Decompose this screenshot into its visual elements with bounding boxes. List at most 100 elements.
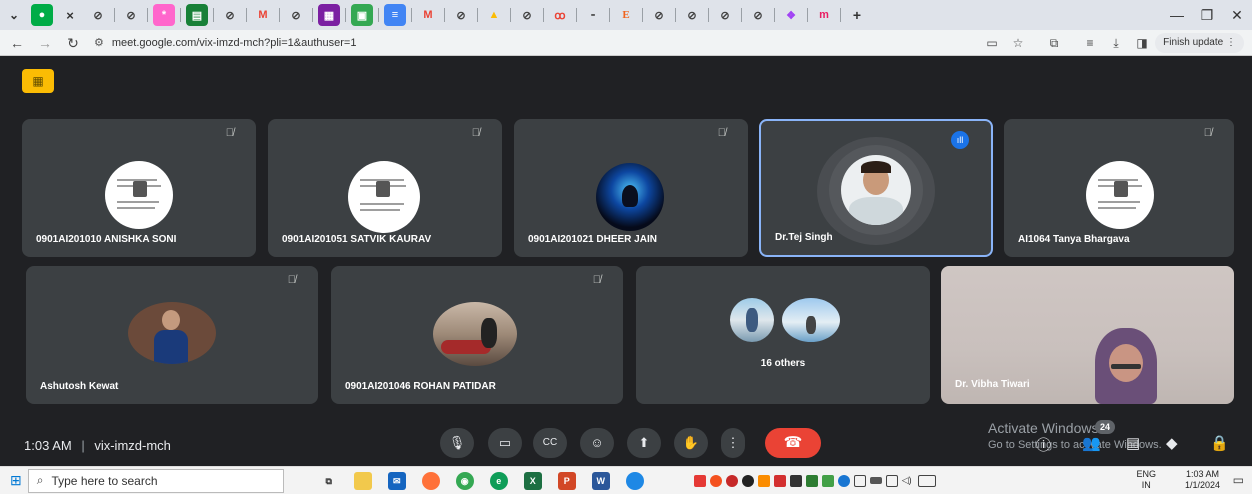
restore-icon[interactable]: ❐ xyxy=(1196,5,1218,25)
participant-avatar xyxy=(782,298,840,342)
participant-name: 0901AI201021 DHEER JAIN xyxy=(528,234,657,245)
participant-tile-video[interactable]: Dr. Vibha Tiwari xyxy=(941,266,1234,404)
participant-tile[interactable]: 🎙̸ Ashutosh Kewat xyxy=(26,266,318,404)
tab-icon-5[interactable]: ⊘ xyxy=(219,4,241,26)
notification-icon[interactable]: ▭ xyxy=(1233,473,1244,487)
browser-tab-strip: ⌄ ● × ⊘ ⊘ * ▤ ⊘ M ⊘ ▦ ▣ ≡ M ⊘ ▲ ⊘ ꝏ ⁃ E … xyxy=(0,0,1252,30)
tray-icon-6[interactable] xyxy=(773,474,786,487)
tab-icon-8[interactable]: ▣ xyxy=(351,4,373,26)
extensions-icon[interactable]: ⧉ xyxy=(1044,33,1064,53)
emoji-icon[interactable]: ☺ xyxy=(580,428,614,458)
more-options-icon[interactable]: ⋮ xyxy=(721,428,745,458)
excel-icon[interactable]: X xyxy=(523,471,542,490)
system-clock[interactable]: 1:03 AM 1/1/2024 xyxy=(1185,469,1220,491)
others-tile[interactable]: 16 others xyxy=(636,266,930,404)
tab-icon-12[interactable]: ⁃ xyxy=(582,4,604,26)
tab-icon-6[interactable]: ⊘ xyxy=(285,4,307,26)
raise-hand-icon[interactable]: ✋ xyxy=(674,428,708,458)
meet-tab-icon[interactable]: ● xyxy=(31,4,53,26)
volume-icon[interactable]: ◁) xyxy=(902,475,914,487)
battery-icon[interactable] xyxy=(869,477,882,484)
tab-icon-11[interactable]: ꝏ xyxy=(549,4,571,26)
gmail-tab-icon[interactable]: M xyxy=(252,4,274,26)
leave-call-button[interactable]: ☎ xyxy=(765,428,821,458)
finish-update-button[interactable]: Finish update ⋮ xyxy=(1155,33,1244,53)
url-field[interactable]: ⚙ meet.google.com/vix-imzd-mch?pli=1&aut… xyxy=(94,32,854,54)
mic-off-icon: 🎙̸ xyxy=(592,274,601,286)
mail-icon[interactable]: ✉ xyxy=(387,471,406,490)
people-icon[interactable]: 👥 xyxy=(1082,434,1101,452)
powerpoint-icon[interactable]: P xyxy=(557,471,576,490)
chat-icon[interactable]: ▤ xyxy=(1126,434,1140,452)
edge-icon[interactable]: e xyxy=(489,471,508,490)
taskbar-search-field[interactable]: ⌕ Type here to search xyxy=(27,468,284,493)
tab-icon-9[interactable]: ⊘ xyxy=(450,4,472,26)
reload-icon[interactable]: ↻ xyxy=(62,32,84,54)
tab-icon-14[interactable]: ⊘ xyxy=(681,4,703,26)
cast-icon[interactable]: ▭ xyxy=(982,33,1002,53)
tray-icon-3[interactable] xyxy=(725,474,738,487)
tab-icon-2[interactable]: ⊘ xyxy=(120,4,142,26)
tray-icon-5[interactable] xyxy=(757,474,770,487)
tray-icon-8[interactable] xyxy=(805,474,818,487)
docs-tab-icon[interactable]: ≡ xyxy=(384,4,406,26)
back-icon[interactable]: ← xyxy=(6,32,28,54)
word-icon[interactable]: W xyxy=(591,471,610,490)
chrome-icon[interactable]: ◉ xyxy=(455,471,474,490)
media-control-icon[interactable]: ≡ xyxy=(1080,33,1100,53)
windows-start-icon[interactable]: ⊞ xyxy=(10,472,22,489)
window-close-icon[interactable]: ✕ xyxy=(1226,5,1248,25)
tray-icon-11[interactable] xyxy=(853,474,866,487)
minimize-icon[interactable]: — xyxy=(1166,5,1188,25)
tray-icon-10[interactable] xyxy=(837,474,850,487)
firefox-icon[interactable] xyxy=(421,471,440,490)
host-controls-icon[interactable]: ▦ xyxy=(22,69,54,93)
app-icon[interactable] xyxy=(625,471,644,490)
tab-icon-13[interactable]: ⊘ xyxy=(648,4,670,26)
tray-icon-1[interactable] xyxy=(693,474,706,487)
tab-icon-7[interactable]: ▦ xyxy=(318,4,340,26)
drive-tab-icon[interactable]: ▲ xyxy=(483,4,505,26)
tab-icon-4[interactable]: ▤ xyxy=(186,4,208,26)
participant-tile[interactable]: 🎙̸ AI1064 Tanya Bhargava xyxy=(1004,119,1234,257)
new-tab-icon[interactable]: + xyxy=(846,4,868,26)
bookmark-star-icon[interactable]: ☆ xyxy=(1008,33,1028,53)
participant-tile[interactable]: 🎙̸ 0901AI201046 ROHAN PATIDAR xyxy=(331,266,623,404)
tab-icon-15[interactable]: ⊘ xyxy=(714,4,736,26)
present-screen-icon[interactable]: ⬆ xyxy=(627,428,661,458)
gmail-tab-icon-2[interactable]: M xyxy=(417,4,439,26)
keyboard-icon[interactable] xyxy=(917,474,936,487)
tray-icon-9[interactable] xyxy=(821,474,834,487)
tab-icon-1[interactable]: ⊘ xyxy=(87,4,109,26)
task-view-icon[interactable]: ⧉ xyxy=(320,472,338,490)
participant-tile[interactable]: 🎙̸ 0901AI201051 SATVIK KAURAV xyxy=(268,119,502,257)
camera-icon[interactable]: ▭ xyxy=(488,428,522,458)
participant-tile-active-speaker[interactable]: ıll Dr.Tej Singh xyxy=(759,119,993,257)
tab-icon-18[interactable]: m xyxy=(813,4,835,26)
forward-icon[interactable]: → xyxy=(34,32,56,54)
tray-icon-7[interactable] xyxy=(789,474,802,487)
participant-tile[interactable]: 🎙̸ 0901AI201021 DHEER JAIN xyxy=(514,119,748,257)
site-info-icon[interactable]: ⚙ xyxy=(94,36,104,49)
participant-avatar xyxy=(348,161,420,233)
tab-close-icon[interactable]: × xyxy=(59,4,81,26)
download-icon[interactable]: ⤓ xyxy=(1106,33,1126,53)
tab-search-icon[interactable]: ⌄ xyxy=(3,4,25,26)
tab-icon-3[interactable]: * xyxy=(153,4,175,26)
tray-icon-4[interactable] xyxy=(741,474,754,487)
activities-icon[interactable]: ◆ xyxy=(1166,434,1178,452)
tab-icon-16[interactable]: ⊘ xyxy=(747,4,769,26)
captions-icon[interactable]: CC xyxy=(533,428,567,458)
meeting-details-icon[interactable]: ⓘ xyxy=(1036,434,1051,455)
side-panel-icon[interactable]: ◨ xyxy=(1132,33,1152,53)
host-lock-icon[interactable]: 🔒 xyxy=(1210,434,1229,452)
tab-icon-10[interactable]: ⊘ xyxy=(516,4,538,26)
file-explorer-icon[interactable] xyxy=(353,471,372,490)
language-indicator[interactable]: ENG IN xyxy=(1136,469,1156,491)
tab-icon-17[interactable]: ❖ xyxy=(780,4,802,26)
etsy-tab-icon[interactable]: E xyxy=(615,4,637,26)
mic-icon[interactable]: 🎙 xyxy=(440,428,474,458)
network-icon[interactable] xyxy=(885,474,898,487)
tray-icon-2[interactable] xyxy=(709,474,722,487)
participant-tile[interactable]: 🎙̸ 0901AI201010 ANISHKA SONI xyxy=(22,119,256,257)
